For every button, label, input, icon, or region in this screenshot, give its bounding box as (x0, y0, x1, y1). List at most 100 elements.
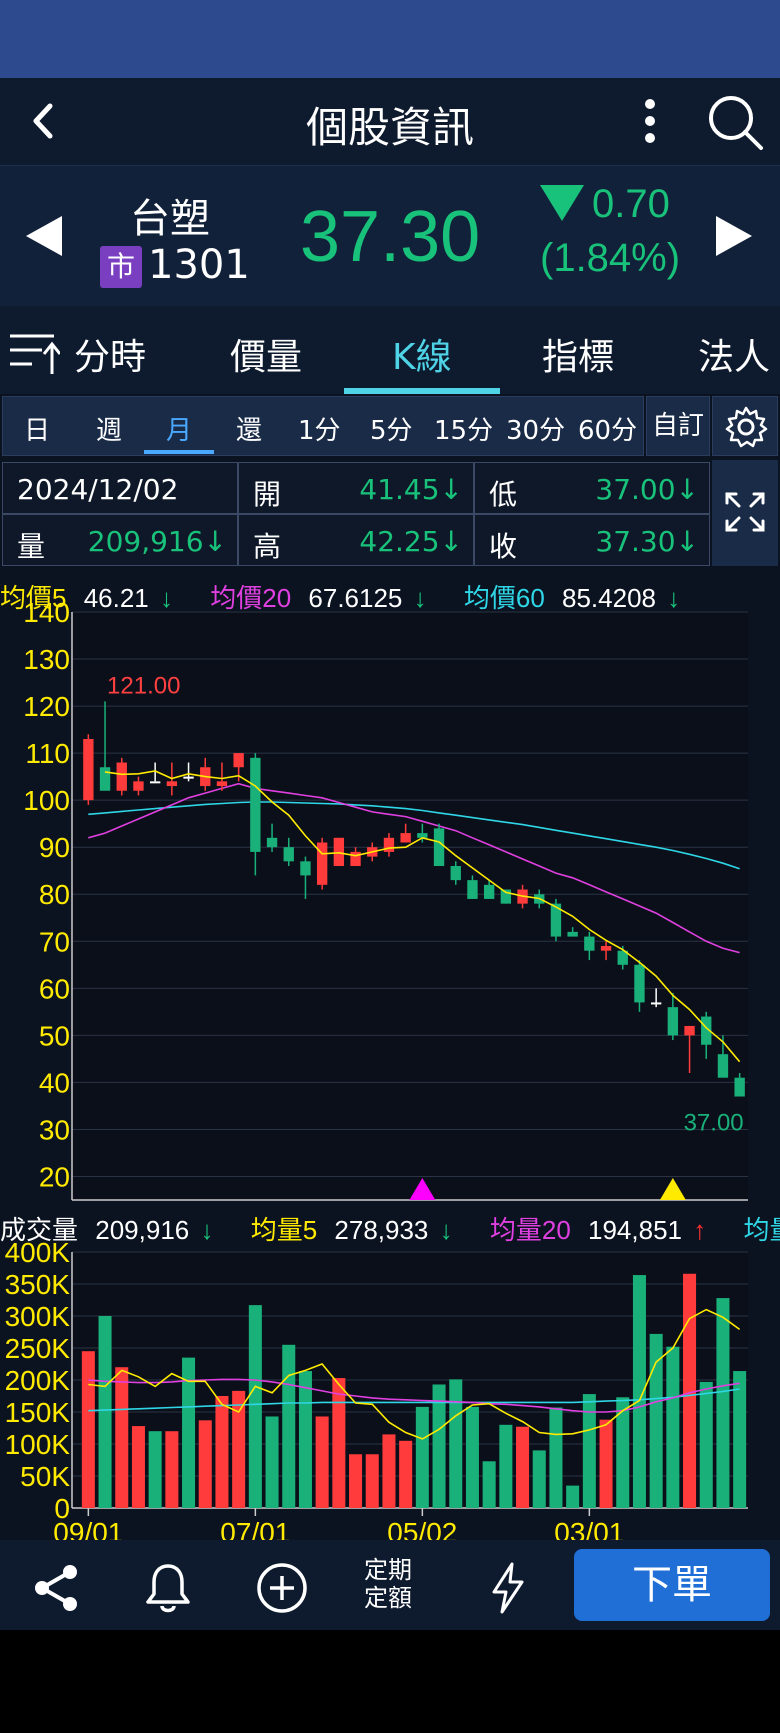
volume-bar (549, 1407, 563, 1508)
lightning-icon[interactable] (480, 1560, 536, 1616)
candle-body (400, 833, 411, 843)
candle-body (99, 767, 111, 791)
kline-chart[interactable]: 20 30 40 50 60 70 80 90 100 110 120 130 140 121.00 37.… (0, 0, 780, 1540)
dd-line1: 定期 (364, 1556, 412, 1584)
volume-bar (248, 1305, 262, 1508)
volume-tick-label: 200K (5, 1365, 71, 1396)
volume-bar (532, 1450, 546, 1508)
candle-body (483, 884, 495, 899)
price-tick-label: 70 (39, 926, 70, 957)
candle-body (450, 866, 461, 881)
volume-bar (81, 1351, 95, 1508)
candle-body (433, 828, 445, 867)
volume-bar (566, 1485, 580, 1508)
volume-bar (315, 1416, 329, 1508)
volume-bar (599, 1419, 613, 1508)
system-nav-bar (0, 1630, 780, 1733)
candle-body (216, 781, 228, 787)
volume-bar (232, 1390, 246, 1508)
volume-bar (349, 1454, 363, 1508)
price-tick-label: 50 (39, 1020, 70, 1051)
volume-bar (399, 1440, 413, 1508)
candle-body (350, 851, 361, 867)
candle-body (600, 945, 612, 951)
candle-body (233, 753, 244, 768)
candle-body (166, 781, 178, 787)
volume-tick-label: 100K (5, 1429, 71, 1460)
volume-bar (131, 1426, 145, 1508)
dd-line2: 定額 (364, 1584, 412, 1612)
candle-body (734, 1077, 745, 1097)
volume-tick-label: 350K (5, 1269, 71, 1300)
candle-body (83, 739, 94, 801)
candle-body (634, 964, 645, 1003)
candle-body (300, 861, 311, 876)
volume-bar (365, 1454, 379, 1508)
add-watchlist-icon[interactable] (254, 1560, 310, 1616)
volume-bar (666, 1346, 680, 1508)
volume-bar (482, 1461, 496, 1508)
price-tick-label: 20 (39, 1161, 70, 1192)
volume-bar (499, 1424, 513, 1508)
candle-body (266, 837, 278, 848)
price-tick-label: 110 (25, 738, 70, 769)
price-tick-label: 140 (23, 597, 70, 628)
candle-body (467, 880, 478, 899)
volume-bar (282, 1344, 296, 1508)
candle-body (283, 847, 294, 862)
volume-bar (683, 1273, 697, 1508)
volume-bar (98, 1316, 112, 1508)
price-tick-label: 100 (23, 785, 70, 816)
price-plot-area (72, 612, 748, 1200)
x-tick-label: 03/01 (554, 1517, 624, 1540)
x-tick-label: 07/01 (220, 1517, 290, 1540)
volume-bar (733, 1371, 747, 1508)
candle-body (116, 762, 127, 791)
price-tick-label: 130 (23, 644, 70, 675)
high-annotation: 121.00 (107, 672, 180, 699)
price-tick-label: 90 (39, 832, 70, 863)
volume-bar (198, 1420, 212, 1508)
volume-bar (265, 1416, 279, 1508)
volume-bar (148, 1431, 162, 1508)
candle-body (584, 936, 595, 951)
order-button[interactable]: 下單 (574, 1549, 770, 1621)
candle-body (133, 781, 144, 791)
volume-bar (716, 1298, 730, 1508)
share-icon[interactable] (28, 1560, 84, 1616)
volume-tick-label: 250K (5, 1333, 71, 1364)
volume-tick-label: 150K (5, 1397, 71, 1428)
volume-tick-label: 300K (5, 1301, 71, 1332)
x-tick-label: 05/02 (387, 1517, 457, 1540)
price-tick-label: 40 (39, 1067, 70, 1098)
volume-tick-label: 400K (5, 1237, 71, 1268)
price-tick-label: 80 (39, 879, 70, 910)
price-tick-label: 30 (39, 1114, 70, 1145)
volume-tick-label: 50K (20, 1461, 70, 1492)
bottom-toolbar: 定期 定額 下單 (0, 1540, 780, 1630)
price-tick-label: 120 (23, 691, 70, 722)
volume-bar (415, 1406, 429, 1508)
candle-body (650, 1002, 662, 1005)
volume-bar (382, 1434, 396, 1508)
volume-bar (649, 1333, 663, 1508)
x-tick-label: 09/01 (53, 1517, 123, 1540)
regular-investment-button[interactable]: 定期 定額 (364, 1556, 412, 1612)
volume-bar (699, 1381, 713, 1508)
price-tick-label: 60 (39, 973, 70, 1004)
volume-bar (332, 1378, 346, 1508)
candle-body (717, 1054, 729, 1078)
low-annotation: 37.00 (684, 1110, 744, 1137)
volume-bar (215, 1396, 229, 1508)
volume-bar (449, 1379, 463, 1508)
bell-icon[interactable] (140, 1560, 196, 1616)
candle-body (684, 1025, 695, 1036)
volume-bar (298, 1371, 312, 1508)
volume-bar (516, 1426, 530, 1508)
candle-body (183, 776, 194, 779)
candle-body (149, 781, 161, 784)
candle-body (250, 757, 261, 852)
app-root: 個股資訊 台塑 市 1301 37.30 0.70 (1.84%) 分時 價量 … (0, 0, 780, 1733)
candle-body (333, 837, 345, 867)
candle-body (383, 837, 395, 852)
